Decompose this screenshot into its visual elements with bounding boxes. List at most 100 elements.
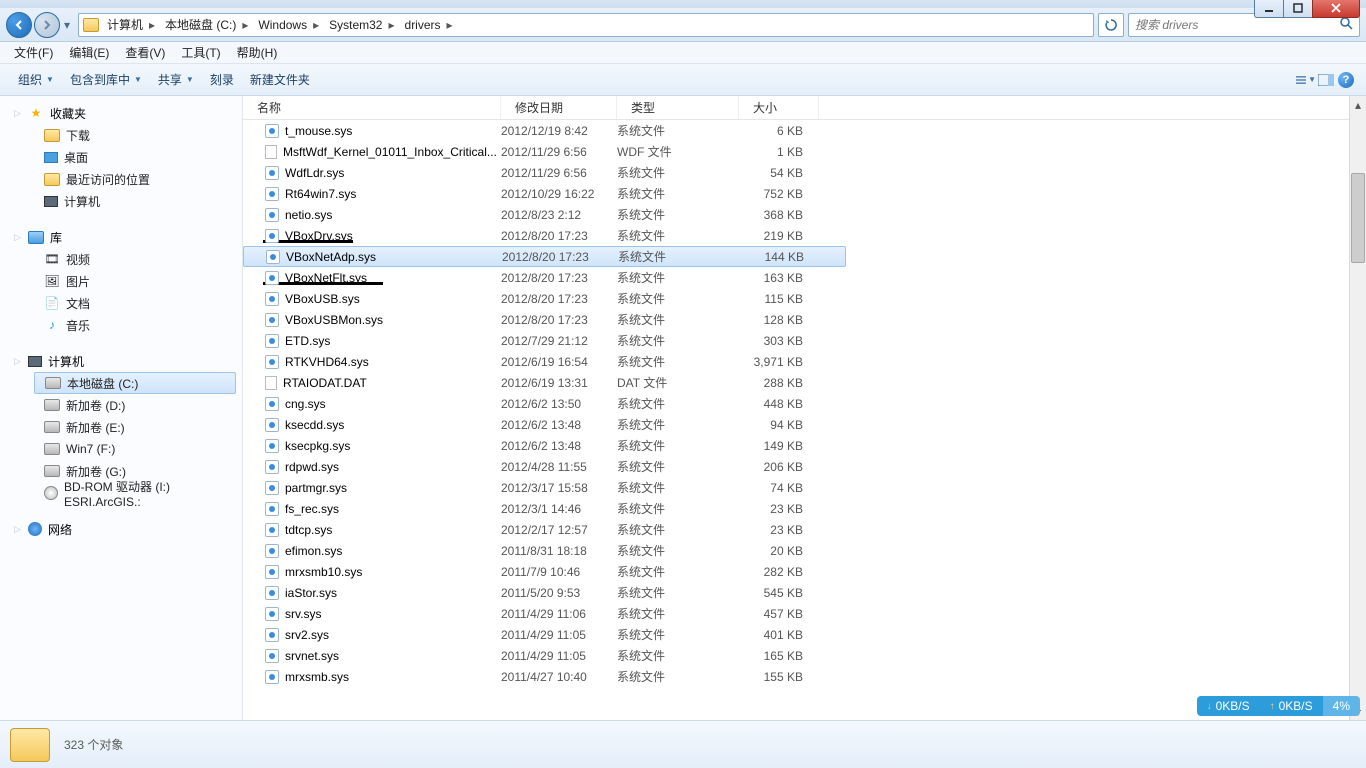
address-bar[interactable]: 计算机▸ 本地磁盘 (C:)▸ Windows▸ System32▸ drive… [78,13,1094,37]
file-row[interactable]: mrxsmb10.sys2011/7/9 10:46系统文件282 KB [243,561,1366,582]
file-name: t_mouse.sys [285,124,352,138]
file-row[interactable]: ksecpkg.sys2012/6/2 13:48系统文件149 KB [243,435,1366,456]
refresh-button[interactable] [1098,13,1124,37]
burn-button[interactable]: 刻录 [202,67,242,92]
file-icon [265,670,279,684]
column-header-date[interactable]: 修改日期 [501,96,617,119]
breadcrumb-segment[interactable]: 计算机▸ [105,16,163,33]
scroll-up-button[interactable]: ▴ [1350,96,1366,113]
file-row[interactable]: VBoxUSB.sys2012/8/20 17:23系统文件115 KB [243,288,1366,309]
menu-file[interactable]: 文件(F) [6,42,61,63]
file-date: 2012/12/19 8:42 [501,124,617,138]
file-row[interactable]: netio.sys2012/8/23 2:12系统文件368 KB [243,204,1366,225]
file-row[interactable]: efimon.sys2011/8/31 18:18系统文件20 KB [243,540,1366,561]
file-row[interactable]: tdtcp.sys2012/2/17 12:57系统文件23 KB [243,519,1366,540]
sidebar-item-drive-f[interactable]: Win7 (F:) [4,438,242,460]
file-row[interactable]: srv2.sys2011/4/29 11:05系统文件401 KB [243,624,1366,645]
file-row[interactable]: VBoxUSBMon.sys2012/8/20 17:23系统文件128 KB [243,309,1366,330]
file-date: 2011/4/29 11:05 [501,649,617,663]
file-icon [265,544,279,558]
computer-header[interactable]: ▷计算机 [4,350,242,372]
column-header-size[interactable]: 大小 [739,96,819,119]
sidebar-item-desktop[interactable]: 桌面 [4,146,242,168]
sidebar-item-computer-fav[interactable]: 计算机 [4,190,242,212]
file-name: netio.sys [285,208,332,222]
sidebar-item-recent[interactable]: 最近访问的位置 [4,168,242,190]
file-row[interactable]: t_mouse.sys2012/12/19 8:42系统文件6 KB [243,120,1366,141]
breadcrumb-segment[interactable]: drivers▸ [403,18,461,32]
column-header-name[interactable]: 名称 [243,96,501,119]
libraries-header[interactable]: ▷库 [4,226,242,248]
search-input[interactable] [1135,18,1340,32]
menu-help[interactable]: 帮助(H) [229,42,286,63]
computer-icon [28,356,42,367]
nav-forward-button[interactable] [34,12,60,38]
file-row[interactable]: srvnet.sys2011/4/29 11:05系统文件165 KB [243,645,1366,666]
window-close-button[interactable] [1312,0,1360,18]
file-row[interactable]: srv.sys2011/4/29 11:06系统文件457 KB [243,603,1366,624]
breadcrumb-segment[interactable]: System32▸ [327,18,402,32]
file-type: 系统文件 [617,626,739,643]
file-list[interactable]: t_mouse.sys 2012/12/19 8:42 系统文件 6 KB MsftWd… [243,120,1366,720]
breadcrumb-segment[interactable]: Windows▸ [256,18,327,32]
file-type: 系统文件 [617,542,739,559]
file-row[interactable]: VBoxNetFlt.sys2012/8/20 17:23系统文件163 KB [243,267,1366,288]
window-maximize-button[interactable] [1283,0,1313,18]
sidebar-item-pictures[interactable]: 🖼图片 [4,270,242,292]
file-row[interactable]: fs_rec.sys2012/3/1 14:46系统文件23 KB [243,498,1366,519]
file-size: 303 KB [739,334,811,348]
breadcrumb-segment[interactable]: 本地磁盘 (C:)▸ [163,16,256,33]
search-icon[interactable] [1340,17,1353,33]
file-row[interactable]: VBoxDrv.sys2012/8/20 17:23系统文件219 KB [243,225,1366,246]
window-titlebar [0,0,1366,8]
file-row[interactable]: RTAIODAT.DAT2012/6/19 13:31DAT 文件288 KB [243,372,1366,393]
file-row[interactable]: RTKVHD64.sys2012/6/19 16:54系统文件3,971 KB [243,351,1366,372]
menu-tools[interactable]: 工具(T) [173,42,228,63]
file-type: 系统文件 [618,248,740,265]
file-row[interactable]: rdpwd.sys2012/4/28 11:55系统文件206 KB [243,456,1366,477]
sidebar-item-music[interactable]: ♪音乐 [4,314,242,336]
file-name: Rt64win7.sys [285,187,356,201]
window-minimize-button[interactable] [1254,0,1284,18]
column-header-type[interactable]: 类型 [617,96,739,119]
file-row[interactable]: WdfLdr.sys2012/11/29 6:56系统文件54 KB [243,162,1366,183]
menu-edit[interactable]: 编辑(E) [61,42,117,63]
file-row[interactable]: VBoxNetAdp.sys2012/8/20 17:23系统文件144 KB [243,246,846,267]
network-speed-widget[interactable]: ↓0KB/S ↑0KB/S 4% [1197,696,1360,716]
share-button[interactable]: 共享▼ [150,67,202,92]
organize-button[interactable]: 组织▼ [10,67,62,92]
file-row[interactable]: ETD.sys2012/7/29 21:12系统文件303 KB [243,330,1366,351]
vertical-scrollbar[interactable]: ▴ ▾ [1349,96,1366,720]
file-date: 2011/5/20 9:53 [501,586,617,600]
sidebar-item-drive-c[interactable]: 本地磁盘 (C:) [34,372,236,394]
sidebar-item-documents[interactable]: 📄文档 [4,292,242,314]
sidebar-item-video[interactable]: 🎞视频 [4,248,242,270]
network-header[interactable]: ▷网络 [4,518,242,540]
preview-pane-button[interactable] [1316,70,1336,90]
file-row[interactable]: iaStor.sys2011/5/20 9:53系统文件545 KB [243,582,1366,603]
sidebar-item-drive-d[interactable]: 新加卷 (D:) [4,394,242,416]
sidebar-item-downloads[interactable]: 下载 [4,124,242,146]
file-icon [265,376,277,390]
file-row[interactable]: cng.sys2012/6/2 13:50系统文件448 KB [243,393,1366,414]
scroll-thumb[interactable] [1351,173,1365,263]
file-row[interactable]: ksecdd.sys2012/6/2 13:48系统文件94 KB [243,414,1366,435]
sidebar-item-drive-e[interactable]: 新加卷 (E:) [4,416,242,438]
new-folder-button[interactable]: 新建文件夹 [242,67,318,92]
nav-back-button[interactable] [6,12,32,38]
file-type: 系统文件 [617,605,739,622]
sidebar-item-bdrom[interactable]: BD-ROM 驱动器 (I:) ESRI.ArcGIS.: [4,482,242,504]
file-row[interactable]: partmgr.sys2012/3/17 15:58系统文件74 KB [243,477,1366,498]
file-row[interactable]: mrxsmb.sys2011/4/27 10:40系统文件155 KB [243,666,1366,687]
file-row[interactable]: Rt64win7.sys2012/10/29 16:22系统文件752 KB [243,183,1366,204]
include-in-library-button[interactable]: 包含到库中▼ [62,67,150,92]
view-mode-button[interactable]: ▼ [1296,70,1316,90]
menu-view[interactable]: 查看(V) [117,42,173,63]
file-date: 2012/8/20 17:23 [501,313,617,327]
nav-history-dropdown[interactable]: ▾ [60,15,74,35]
file-size: 6 KB [739,124,811,138]
file-size: 23 KB [739,523,811,537]
help-button[interactable]: ? [1336,70,1356,90]
favorites-header[interactable]: ▷★收藏夹 [4,102,242,124]
file-row[interactable]: MsftWdf_Kernel_01011_Inbox_Critical...20… [243,141,1366,162]
